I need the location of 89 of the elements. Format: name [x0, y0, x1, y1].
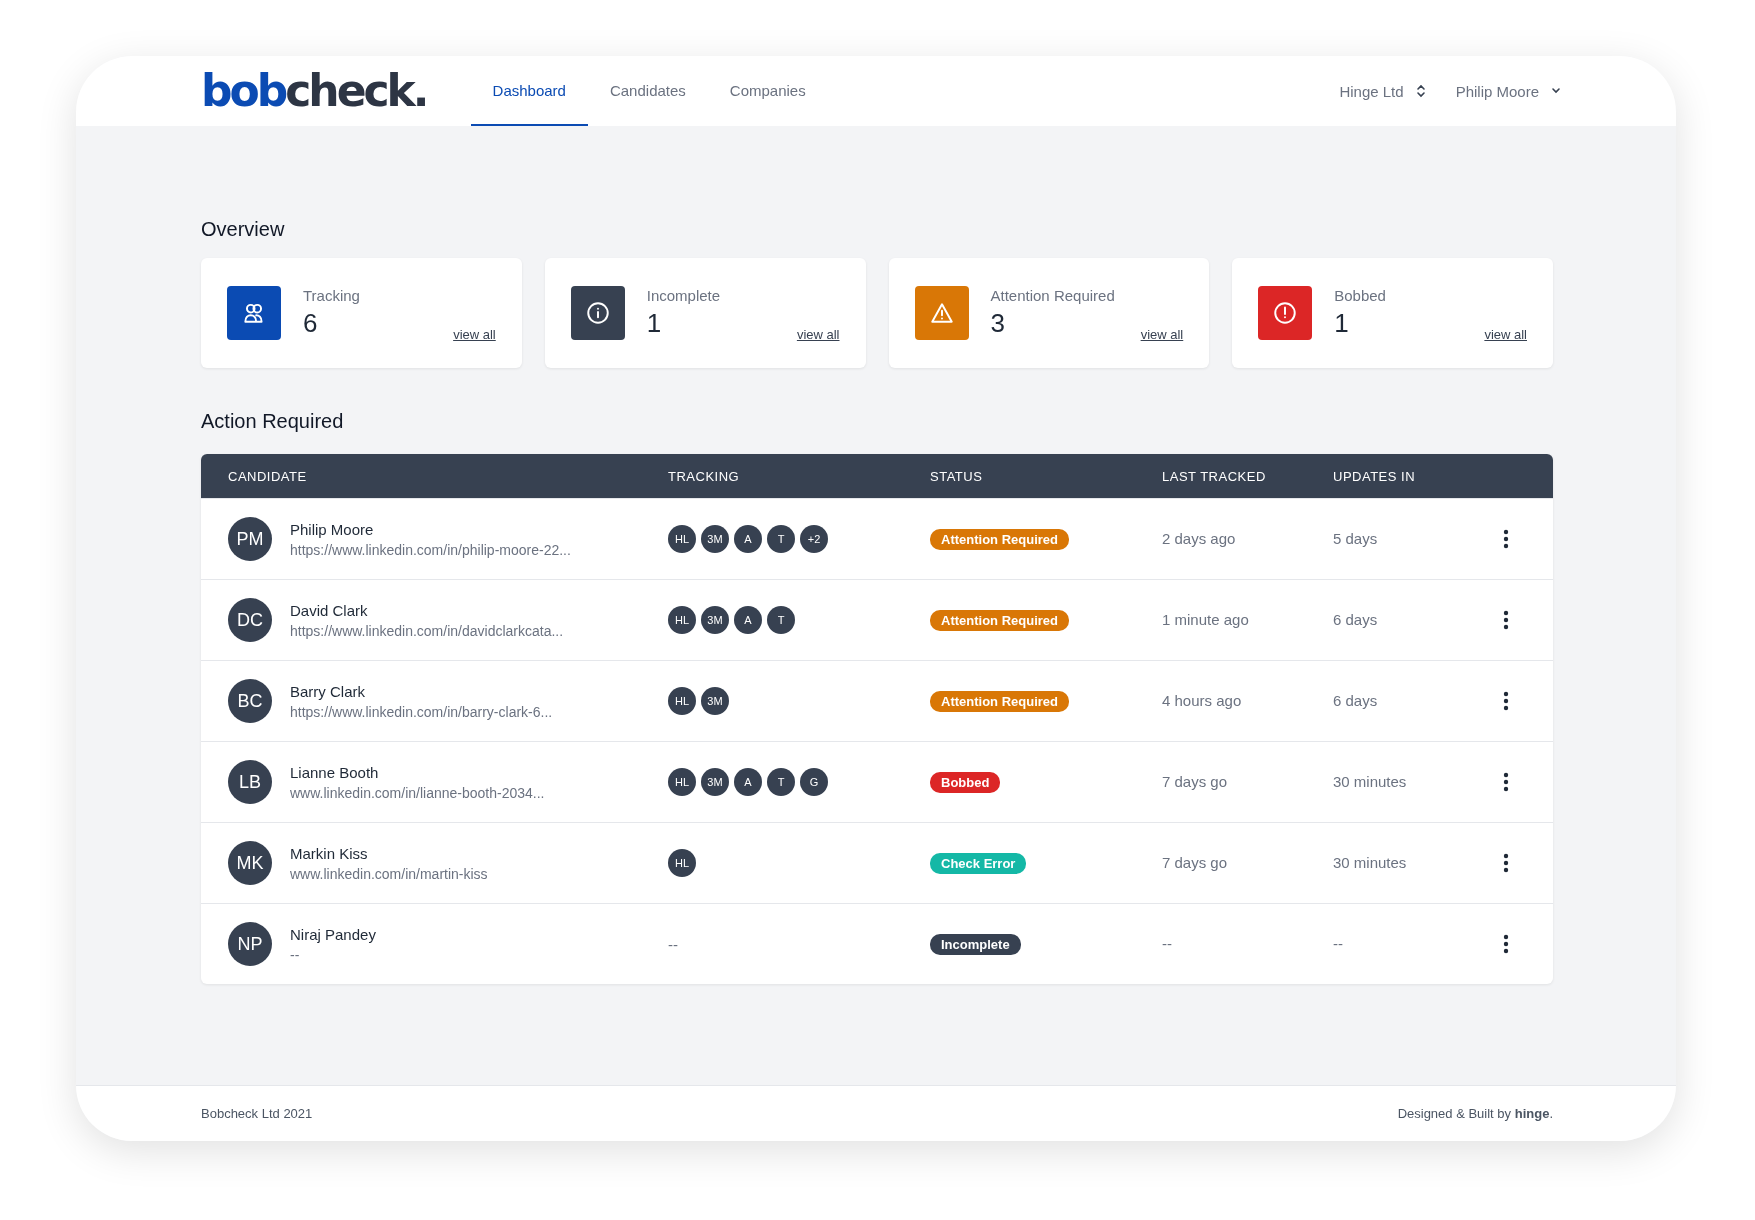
- tracking-chip: HL: [668, 768, 696, 796]
- more-options-icon[interactable]: [1503, 772, 1509, 792]
- last-tracked-cell: 4 hours ago: [1162, 692, 1242, 709]
- tracking-chip: 3M: [701, 768, 729, 796]
- status-badge: Attention Required: [930, 528, 1069, 550]
- avatar: LB: [228, 760, 272, 804]
- more-options-icon[interactable]: [1503, 934, 1509, 954]
- tracking-chip: T: [767, 768, 795, 796]
- company-switcher[interactable]: Hinge Ltd: [1339, 82, 1426, 100]
- more-options-icon[interactable]: [1503, 610, 1509, 630]
- updates-in-cell: 30 minutes: [1333, 854, 1407, 871]
- avatar: NP: [228, 922, 272, 966]
- candidate-name[interactable]: Niraj Pandey: [290, 925, 376, 943]
- stat-label: Attention Required: [990, 287, 1116, 304]
- tracking-chip: G: [800, 768, 828, 796]
- candidate-name[interactable]: David Clark: [290, 601, 564, 619]
- status-badge: Attention Required: [930, 609, 1069, 631]
- tracking-chip: A: [734, 606, 762, 634]
- more-options-icon[interactable]: [1503, 853, 1509, 873]
- profile-url: www.linkedin.com/in/martin-kiss: [290, 865, 488, 882]
- candidate-name[interactable]: Philip Moore: [290, 520, 571, 538]
- tracking-chip: HL: [668, 606, 696, 634]
- candidate-name[interactable]: Markin Kiss: [290, 844, 488, 862]
- tracking-chip: HL: [668, 849, 696, 877]
- candidate-name[interactable]: Barry Clark: [290, 682, 553, 700]
- tracking-chip: 3M: [701, 606, 729, 634]
- user-menu[interactable]: Philip Moore: [1455, 82, 1561, 100]
- view-all-link[interactable]: view all: [1140, 327, 1184, 342]
- stat-label: Tracking: [303, 287, 361, 304]
- tracking-chip: +2: [800, 525, 828, 553]
- nav-tab[interactable]: Companies: [707, 56, 828, 126]
- nav-tab[interactable]: Candidates: [587, 56, 708, 126]
- status-badge: Attention Required: [930, 690, 1069, 712]
- tracking-chip: HL: [668, 525, 696, 553]
- bobcheck-logo[interactable]: bobcheck.: [201, 69, 427, 113]
- tracking-chip: A: [734, 525, 762, 553]
- nav-tab[interactable]: Dashboard: [470, 56, 588, 126]
- status-badge: Incomplete: [930, 933, 1021, 955]
- tracking-chip: T: [767, 606, 795, 634]
- updates-in-cell: 6 days: [1333, 692, 1378, 709]
- more-options-icon[interactable]: [1503, 691, 1509, 711]
- stat-label: Bobbed: [1334, 287, 1387, 304]
- tracking-chip: HL: [668, 687, 696, 715]
- tracking-cell: --: [668, 935, 678, 953]
- updates-in-cell: 6 days: [1333, 611, 1378, 628]
- profile-url: https://www.linkedin.com/in/barry-clark-6...: [290, 703, 553, 720]
- view-all-link[interactable]: view all: [453, 327, 496, 342]
- more-options-icon[interactable]: [1503, 529, 1509, 549]
- status-badge: Bobbed: [930, 771, 1001, 793]
- tracking-chip: T: [767, 525, 795, 553]
- chevron-down-icon: [1551, 87, 1561, 95]
- stat-count: 3: [990, 308, 1006, 339]
- last-tracked-cell: 2 days ago: [1162, 530, 1236, 547]
- column-header: TRACKING: [668, 468, 741, 484]
- credit-text: Designed & Built by hinge.: [1397, 1106, 1553, 1121]
- profile-url: https://www.linkedin.com/in/philip-moore-22...: [290, 541, 571, 558]
- tracking-chip: 3M: [701, 525, 729, 553]
- last-tracked-cell: --: [1162, 935, 1172, 952]
- view-all-link[interactable]: view all: [796, 327, 840, 342]
- last-tracked-cell: 7 days go: [1162, 773, 1228, 790]
- tracking-chip: 3M: [701, 687, 729, 715]
- profile-url: https://www.linkedin.com/in/davidclarkcata...: [290, 622, 564, 639]
- status-badge: Check Error: [930, 852, 1027, 874]
- avatar: DC: [228, 598, 272, 642]
- stat-label: Incomplete: [646, 287, 722, 304]
- last-tracked-cell: 7 days go: [1162, 854, 1228, 871]
- stat-count: 1: [646, 308, 663, 339]
- view-all-link[interactable]: view all: [1484, 327, 1527, 342]
- stat-count: 6: [303, 308, 319, 339]
- avatar: PM: [228, 517, 272, 561]
- updates-in-cell: --: [1333, 935, 1343, 952]
- avatar: BC: [228, 679, 272, 723]
- column-header: CANDIDATE: [228, 468, 308, 484]
- section-title: Action Required: [201, 410, 345, 433]
- tracking-chip: A: [734, 768, 762, 796]
- column-header: UPDATES IN: [1333, 468, 1417, 484]
- column-header: LAST TRACKED: [1162, 468, 1267, 484]
- updates-in-cell: 5 days: [1333, 530, 1378, 547]
- avatar: MK: [228, 841, 272, 885]
- sort-icon: [1415, 84, 1426, 98]
- last-tracked-cell: 1 minute ago: [1162, 611, 1249, 628]
- stat-count: 1: [1334, 308, 1350, 339]
- updates-in-cell: 30 minutes: [1333, 773, 1407, 790]
- copyright-text: Bobcheck Ltd 2021: [201, 1106, 313, 1121]
- profile-url: www.linkedin.com/in/lianne-booth-2034...: [290, 784, 545, 801]
- candidate-name[interactable]: Lianne Booth: [290, 763, 545, 781]
- section-title: Overview: [201, 218, 286, 241]
- column-header: STATUS: [930, 468, 984, 484]
- profile-url: --: [290, 946, 301, 963]
